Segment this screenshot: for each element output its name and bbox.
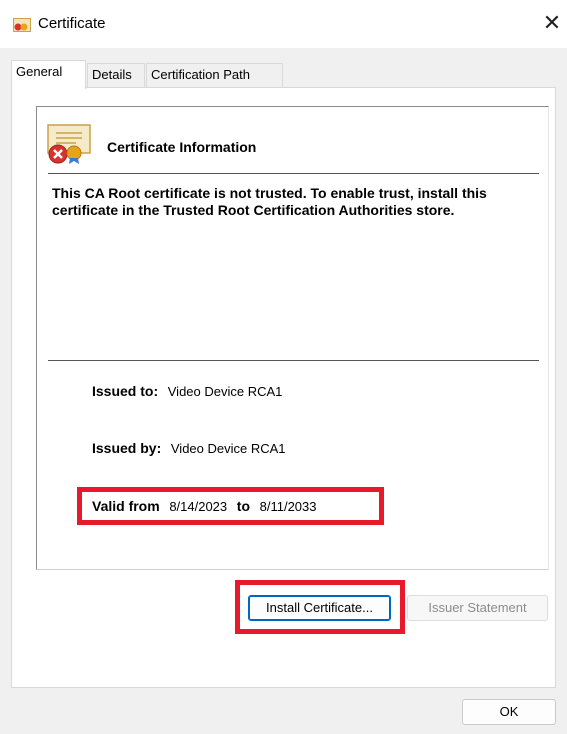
- ok-button[interactable]: OK: [462, 699, 556, 725]
- tab-general[interactable]: General: [11, 60, 86, 89]
- divider-bottom: [48, 360, 539, 361]
- certificate-untrusted-icon: [47, 124, 91, 164]
- trust-warning-text: This CA Root certificate is not trusted.…: [52, 185, 487, 218]
- title-bar: Certificate ✕: [0, 0, 567, 48]
- issuer-statement-button[interactable]: Issuer Statement: [407, 595, 548, 621]
- issued-to-label: Issued to:: [92, 383, 159, 399]
- install-button-highlight-box: [235, 580, 405, 634]
- issued-to-row: Issued to: Video Device RCA1: [92, 383, 282, 399]
- issued-to-value: Video Device RCA1: [167, 384, 283, 399]
- divider-top: [48, 173, 539, 174]
- certificate-information-title: Certificate Information: [107, 139, 257, 155]
- tab-strip: General Details Certification Path: [11, 60, 551, 89]
- window-title: Certificate: [38, 15, 106, 32]
- issued-by-label: Issued by:: [92, 440, 162, 456]
- tab-details[interactable]: Details: [87, 63, 145, 88]
- validity-highlight-box: [77, 487, 384, 525]
- certificate-icon: [13, 18, 31, 32]
- tab-certification-path[interactable]: Certification Path: [146, 63, 283, 88]
- issued-by-row: Issued by: Video Device RCA1: [92, 440, 286, 456]
- close-icon[interactable]: ✕: [537, 8, 567, 40]
- issued-by-value: Video Device RCA1: [170, 441, 286, 456]
